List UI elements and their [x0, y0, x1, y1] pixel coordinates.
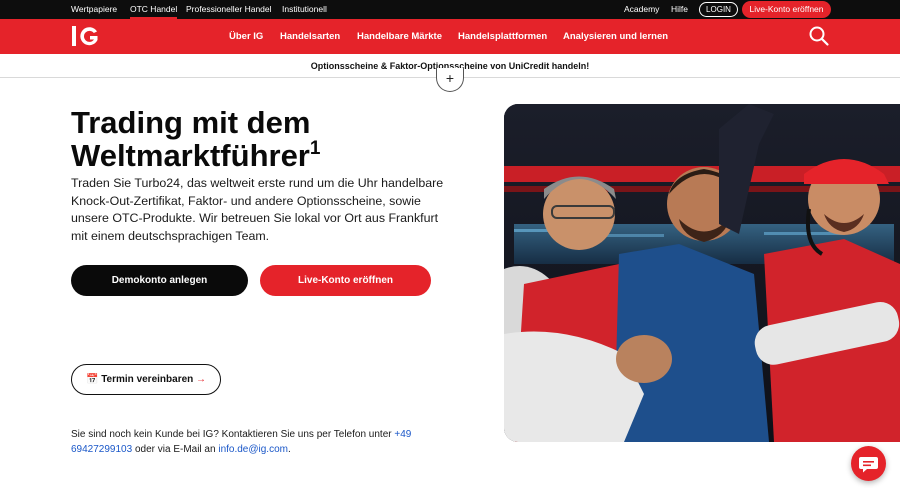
calendar-icon: 📅: [85, 374, 99, 385]
nav-item-handelsplattformen[interactable]: Handelsplattformen: [458, 19, 547, 54]
tab-institutionell[interactable]: Institutionell: [282, 0, 327, 19]
top-bar: Wertpapiere OTC Handel Professioneller H…: [0, 0, 900, 19]
email-link[interactable]: info.de@ig.com: [218, 444, 288, 455]
main-nav: Über IG Handelsarten Handelbare Märkte H…: [0, 19, 900, 54]
ig-logo[interactable]: [71, 25, 101, 47]
contact-text: Sie sind noch kein Kunde bei IG? Kontakt…: [71, 427, 441, 457]
headline-line-2: Weltmarktführer: [71, 138, 310, 173]
appointment-button-label: Termin vereinbaren: [101, 374, 194, 385]
chat-icon: [859, 457, 878, 473]
login-button[interactable]: LOGIN: [699, 2, 738, 17]
arrow-right-icon: →: [196, 374, 207, 385]
academy-link[interactable]: Academy: [624, 0, 659, 19]
footnote-marker[interactable]: 1: [310, 138, 321, 159]
nav-item-handelbare-maerkte[interactable]: Handelbare Märkte: [357, 19, 442, 54]
hilfe-link[interactable]: Hilfe: [671, 0, 688, 19]
nav-item-ueber-ig[interactable]: Über IG: [229, 19, 263, 54]
tab-wertpapiere[interactable]: Wertpapiere: [71, 0, 117, 19]
tab-professioneller-handel[interactable]: Professioneller Handel: [186, 0, 272, 19]
chat-button[interactable]: [851, 446, 886, 481]
hero-image: [504, 104, 900, 442]
headline-line-1: Trading mit dem: [71, 105, 311, 140]
search-icon[interactable]: [808, 25, 830, 47]
hero-description: Traden Sie Turbo24, das weltweit erste r…: [71, 176, 444, 243]
promo-expand-button[interactable]: +: [436, 68, 464, 92]
contact-prefix: Sie sind noch kein Kunde bei IG? Kontakt…: [71, 429, 395, 440]
appointment-button[interactable]: 📅 Termin vereinbaren →: [71, 364, 221, 395]
live-account-button[interactable]: Live-Konto eröffnen: [260, 265, 431, 296]
topbar-live-account-button[interactable]: Live-Konto eröffnen: [742, 1, 831, 18]
tab-otc-handel[interactable]: OTC Handel: [130, 0, 178, 19]
nav-item-analysieren-und-lernen[interactable]: Analysieren und lernen: [563, 19, 668, 54]
demo-account-button[interactable]: Demokonto anlegen: [71, 265, 248, 296]
contact-suffix: .: [287, 444, 291, 455]
page-title: Trading mit dem Weltmarktführer1: [71, 106, 451, 172]
contact-middle: oder via E-Mail an: [132, 444, 219, 455]
nav-item-handelsarten[interactable]: Handelsarten: [280, 19, 340, 54]
